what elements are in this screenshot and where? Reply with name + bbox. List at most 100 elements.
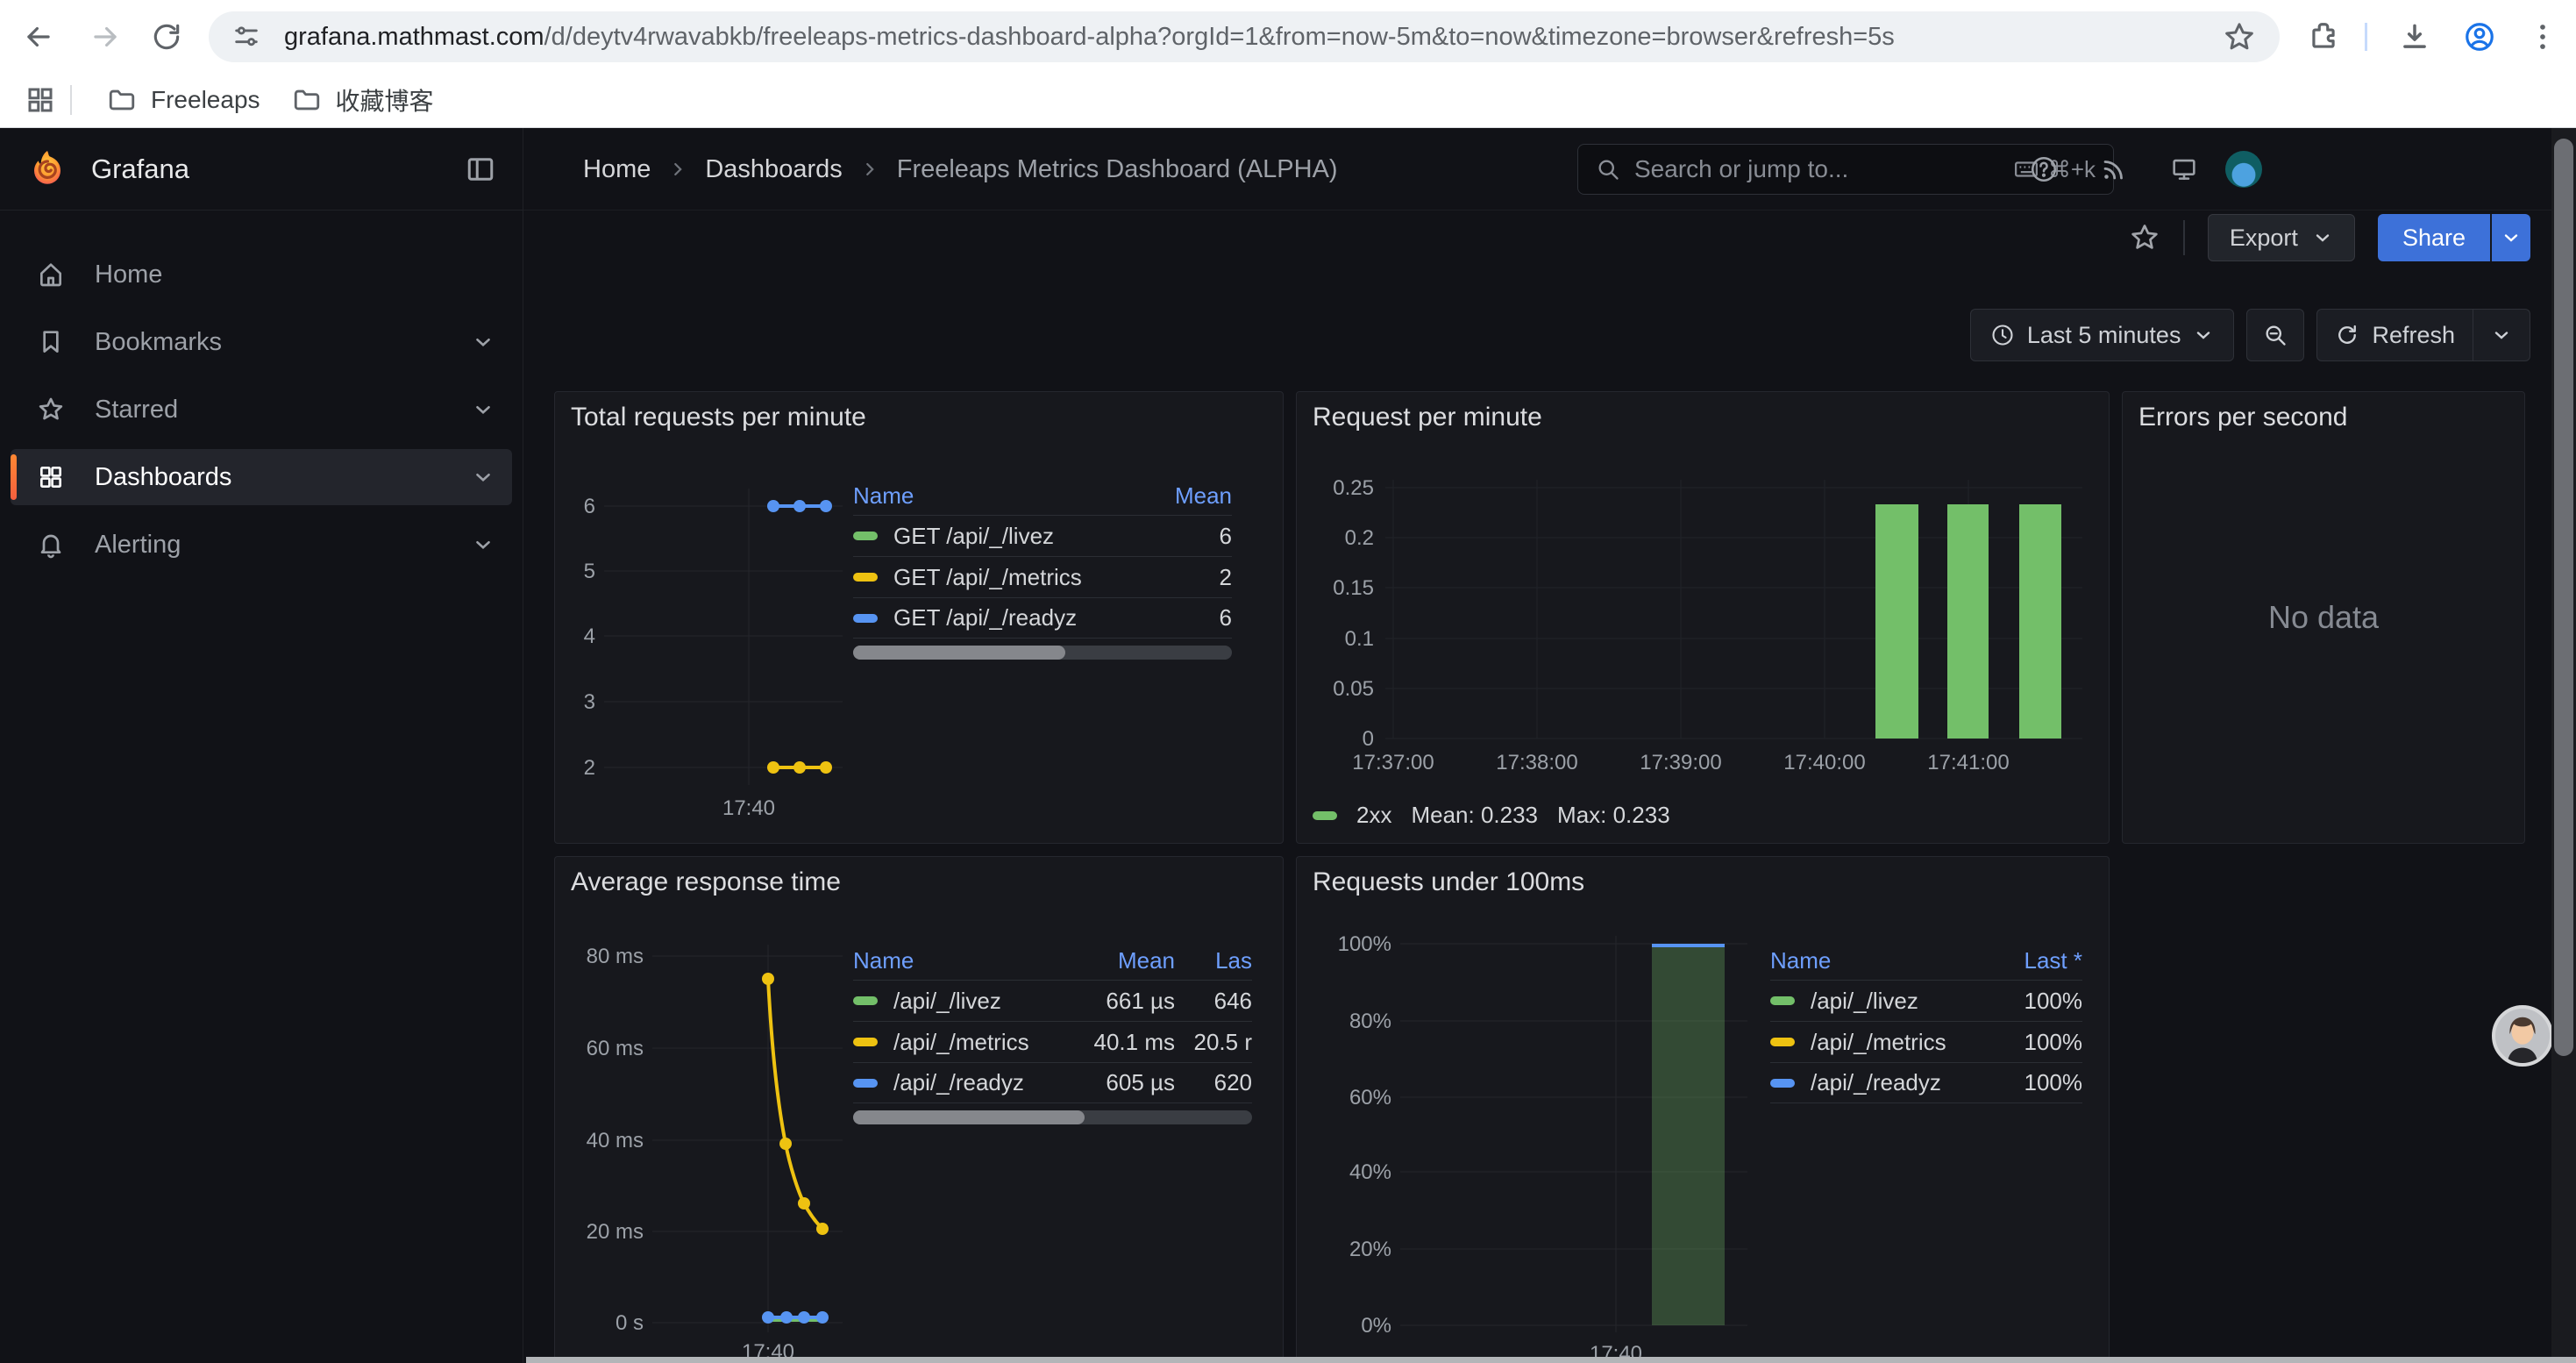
legend-row[interactable]: /api/_/livez 100% — [1770, 980, 2082, 1021]
legend-row[interactable]: GET /api/_/metrics 2 — [853, 556, 1232, 597]
panel-title[interactable]: Total requests per minute — [571, 403, 866, 432]
svg-text:0%: 0% — [1361, 1314, 1391, 1338]
legend-header-name[interactable]: Name — [1770, 947, 1986, 974]
sidebar-collapse-icon[interactable] — [465, 153, 496, 185]
breadcrumb-home[interactable]: Home — [583, 155, 651, 184]
series-swatch-green — [853, 996, 878, 1005]
address-bar[interactable]: grafana.mathmast.com/d/deytv4rwavabkb/fr… — [209, 11, 2280, 62]
export-button[interactable]: Export — [2208, 214, 2355, 261]
series-name[interactable]: GET /api/_/metrics — [893, 564, 1144, 591]
legend-header-last[interactable]: Last * — [1986, 947, 2082, 974]
export-label: Export — [2230, 225, 2298, 252]
series-name[interactable]: /api/_/readyz — [893, 1069, 1043, 1096]
legend-table: Name Last * /api/_/livez 100% /api/_/met… — [1770, 941, 2082, 1103]
series-name[interactable]: /api/_/livez — [893, 988, 1043, 1015]
legend-row[interactable]: /api/_/livez 661 µs 646 — [853, 980, 1252, 1021]
sidebar-item-home[interactable]: Home — [11, 246, 512, 303]
sidebar-item-starred[interactable]: Starred — [11, 382, 512, 438]
timeseries-chart[interactable]: 6 5 4 3 2 17:40 — [569, 453, 858, 831]
legend-scrollbar[interactable] — [853, 646, 1232, 660]
sidebar-item-bookmarks[interactable]: Bookmarks — [11, 314, 512, 370]
panel-title[interactable]: Requests under 100ms — [1313, 867, 1584, 897]
chevron-down-icon — [2501, 227, 2522, 248]
svg-text:20 ms: 20 ms — [587, 1220, 644, 1244]
bookmark-folder-blogs[interactable]: 收藏博客 — [276, 75, 450, 125]
timeseries-chart[interactable]: 80 ms 60 ms 40 ms 20 ms 0 s 17:40 — [569, 918, 858, 1363]
svg-text:60 ms: 60 ms — [587, 1037, 644, 1060]
series-name[interactable]: GET /api/_/livez — [893, 523, 1144, 550]
svg-text:0: 0 — [1363, 727, 1374, 751]
page-scrollbar[interactable] — [2551, 128, 2576, 1363]
assistant-avatar[interactable] — [2492, 1005, 2553, 1067]
forward-icon[interactable] — [81, 12, 130, 61]
news-rss-icon[interactable] — [2099, 154, 2129, 184]
panel-title[interactable]: Average response time — [571, 867, 841, 897]
help-icon[interactable] — [2029, 154, 2059, 184]
series-name[interactable]: /api/_/readyz — [1811, 1069, 1986, 1096]
legend-row[interactable]: /api/_/readyz 605 µs 620 — [853, 1062, 1252, 1103]
url-path: /d/deytv4rwavabkb/freeleaps-metrics-dash… — [544, 23, 1895, 51]
legend-scrollbar-thumb[interactable] — [853, 1110, 1085, 1124]
chevron-down-icon[interactable] — [472, 466, 495, 489]
sidebar-item-label: Alerting — [95, 531, 181, 560]
series-name[interactable]: 2xx — [1356, 802, 1391, 829]
sidebar-item-dashboards[interactable]: Dashboards — [11, 449, 512, 505]
legend-row[interactable]: GET /api/_/readyz 6 — [853, 597, 1232, 639]
series-name[interactable]: /api/_/livez — [1811, 988, 1986, 1015]
page-scrollbar-thumb[interactable] — [2554, 139, 2573, 1056]
time-range-picker[interactable]: Last 5 minutes — [1970, 309, 2235, 361]
extensions-icon[interactable] — [2299, 12, 2348, 61]
series-swatch-blue — [853, 1079, 878, 1088]
share-button[interactable]: Share — [2378, 214, 2490, 261]
bookmark-folder-freeleaps[interactable]: Freeleaps — [91, 78, 276, 122]
user-avatar[interactable] — [2225, 151, 2262, 188]
bookmark-star-icon[interactable] — [2222, 19, 2257, 54]
bar-chart[interactable]: 0.25 0.2 0.15 0.1 0.05 0 17:37:00 17:38:… — [1311, 453, 2096, 787]
zoom-out-button[interactable] — [2246, 309, 2304, 361]
svg-text:80 ms: 80 ms — [587, 945, 644, 968]
back-icon[interactable] — [14, 12, 63, 61]
legend-header-mean[interactable]: Mean — [1043, 947, 1175, 974]
grafana-app: Grafana Home Bookmarks Starred Dashboard… — [0, 128, 2576, 1363]
breadcrumb-dashboards[interactable]: Dashboards — [705, 155, 842, 184]
profile-icon[interactable] — [2455, 12, 2504, 61]
chevron-down-icon[interactable] — [472, 331, 495, 353]
bar-chart[interactable]: 100% 80% 60% 40% 20% 0% 17:40 — [1311, 918, 1767, 1363]
downloads-icon[interactable] — [2390, 12, 2439, 61]
grafana-logo-icon[interactable] — [26, 148, 68, 190]
breadcrumb-current: Freeleaps Metrics Dashboard (ALPHA) — [897, 155, 1338, 184]
search-input[interactable] — [1634, 155, 2013, 183]
legend-header-mean[interactable]: Mean — [1144, 482, 1232, 510]
panel-title[interactable]: Errors per second — [2138, 403, 2347, 432]
site-settings-icon[interactable] — [231, 22, 261, 52]
series-name[interactable]: /api/_/metrics — [1811, 1029, 1986, 1056]
panel-title[interactable]: Request per minute — [1313, 403, 1542, 432]
reload-icon[interactable] — [142, 12, 191, 61]
brand-name[interactable]: Grafana — [91, 153, 189, 185]
legend-row[interactable]: GET /api/_/livez 6 — [853, 515, 1232, 556]
series-name[interactable]: /api/_/metrics — [893, 1029, 1043, 1056]
chevron-down-icon[interactable] — [472, 533, 495, 556]
chevron-down-icon[interactable] — [472, 398, 495, 421]
legend-header-name[interactable]: Name — [853, 482, 1144, 510]
legend-header-last[interactable]: Las — [1175, 947, 1252, 974]
kiosk-monitor-icon[interactable] — [2169, 154, 2199, 184]
share-menu-button[interactable] — [2490, 214, 2530, 261]
svg-text:60%: 60% — [1349, 1086, 1391, 1110]
refresh-button[interactable]: Refresh — [2317, 310, 2473, 360]
legend-header-name[interactable]: Name — [853, 947, 1043, 974]
favorite-star-icon[interactable] — [2129, 222, 2160, 253]
legend-scrollbar[interactable] — [853, 1110, 1252, 1124]
sidebar-item-alerting[interactable]: Alerting — [11, 517, 512, 573]
refresh-interval-button[interactable] — [2473, 310, 2530, 360]
bell-icon — [37, 531, 65, 559]
series-max-stat: Max: 0.233 — [1557, 802, 1670, 829]
apps-grid-icon[interactable] — [25, 84, 56, 116]
browser-menu-icon[interactable] — [2518, 12, 2567, 61]
legend-scrollbar-thumb[interactable] — [853, 646, 1065, 660]
refresh-label: Refresh — [2372, 322, 2455, 349]
series-name[interactable]: GET /api/_/readyz — [893, 604, 1144, 632]
legend-row[interactable]: /api/_/metrics 40.1 ms 20.5 r — [853, 1021, 1252, 1062]
legend-row[interactable]: /api/_/readyz 100% — [1770, 1062, 2082, 1103]
legend-row[interactable]: /api/_/metrics 100% — [1770, 1021, 2082, 1062]
